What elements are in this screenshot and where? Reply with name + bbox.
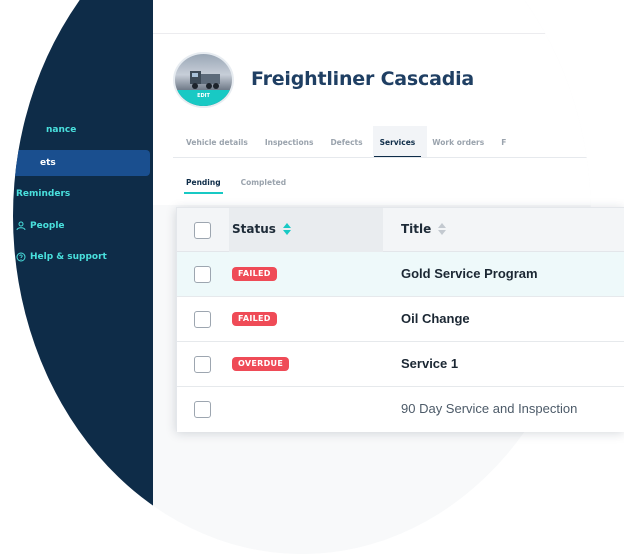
table-row[interactable]: FAILED Gold Service Program — [177, 252, 624, 297]
tab-vehicle-details[interactable]: Vehicle details — [186, 134, 248, 158]
table-row[interactable]: FAILED Oil Change — [177, 297, 624, 342]
row-checkbox[interactable] — [194, 311, 211, 328]
column-header-status[interactable]: Status — [232, 222, 292, 236]
service-subtabs: Pending Completed — [184, 178, 306, 194]
truck-image — [190, 71, 220, 89]
service-title[interactable]: Gold Service Program — [401, 266, 538, 281]
sidebar-item-reminders[interactable]: Reminders — [13, 181, 150, 207]
help-circle-icon — [16, 252, 26, 262]
service-title[interactable]: Service 1 — [401, 356, 458, 371]
vehicle-avatar[interactable]: EDIT — [173, 52, 234, 108]
top-divider — [153, 33, 591, 34]
sort-icon[interactable] — [282, 223, 292, 236]
tabs-divider — [173, 157, 591, 158]
table-header: Status Title — [177, 208, 624, 252]
service-title[interactable]: 90 Day Service and Inspection — [401, 401, 577, 416]
sidebar: nance ets Reminders People Help & suppor… — [13, 0, 153, 554]
row-checkbox[interactable] — [194, 401, 211, 418]
status-badge: OVERDUE — [232, 357, 290, 371]
sidebar-item-assets[interactable]: ets — [13, 150, 150, 176]
row-checkbox[interactable] — [194, 356, 211, 373]
column-header-title[interactable]: Title — [401, 222, 447, 236]
select-all-checkbox[interactable] — [194, 222, 211, 239]
vehicle-tabs: Vehicle details Inspections Defects Serv… — [186, 134, 523, 158]
column-header-label: Status — [232, 222, 276, 236]
sidebar-item-label: Help & support — [30, 252, 107, 262]
sidebar-item-help[interactable]: Help & support — [13, 244, 150, 270]
service-title[interactable]: Oil Change — [401, 311, 470, 326]
sidebar-item-maintenance[interactable]: nance — [13, 117, 150, 143]
tab-more[interactable]: F — [501, 134, 506, 158]
sort-icon[interactable] — [437, 223, 447, 236]
row-checkbox[interactable] — [194, 266, 211, 283]
tab-work-orders[interactable]: Work orders — [432, 134, 484, 158]
sidebar-item-label: Reminders — [16, 189, 71, 199]
screenshot-stage: nance ets Reminders People Help & suppor… — [0, 0, 624, 554]
status-badge: FAILED — [232, 267, 277, 281]
sidebar-item-label: ets — [40, 158, 56, 168]
tab-inspections[interactable]: Inspections — [265, 134, 314, 158]
page-title: Freightliner Cascadia — [251, 68, 475, 90]
avatar-edit-button[interactable]: EDIT — [175, 90, 232, 106]
sidebar-item-people[interactable]: People — [13, 213, 150, 239]
services-table: Status Title FAILED Gold Service Program… — [176, 207, 624, 432]
sidebar-item-label: People — [30, 221, 65, 231]
status-badge: FAILED — [232, 312, 277, 326]
column-header-label: Title — [401, 222, 432, 236]
tab-defects[interactable]: Defects — [330, 134, 362, 158]
table-row[interactable]: 90 Day Service and Inspection — [177, 387, 624, 432]
table-row[interactable]: OVERDUE Service 1 — [177, 342, 624, 387]
subtab-pending[interactable]: Pending — [184, 178, 223, 194]
person-icon — [16, 221, 26, 231]
subtab-completed[interactable]: Completed — [241, 178, 287, 194]
tab-services[interactable]: Services — [373, 134, 421, 158]
sidebar-item-label: nance — [46, 125, 77, 135]
